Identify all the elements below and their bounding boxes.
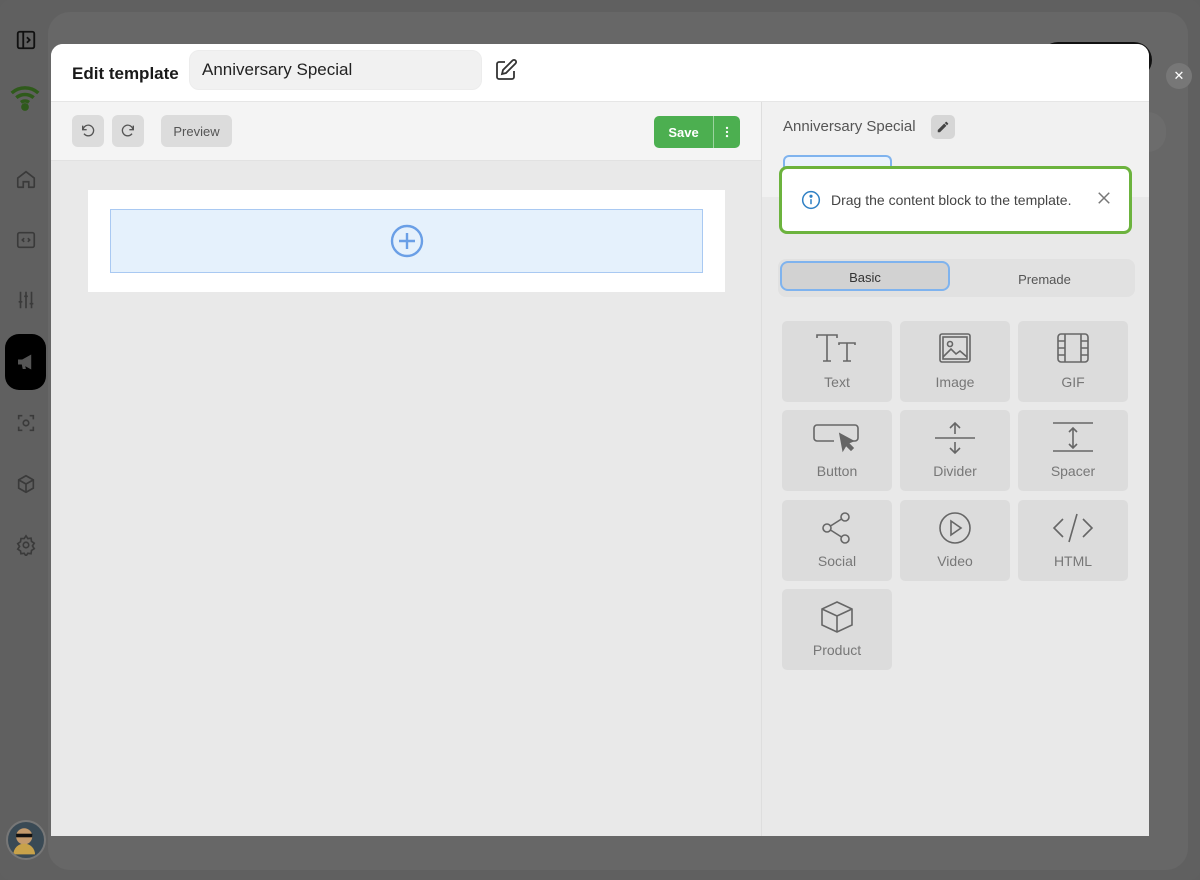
wifi-logo-icon: [8, 80, 42, 114]
undo-icon: [82, 124, 95, 137]
save-options-button[interactable]: [714, 116, 740, 148]
block-button[interactable]: Button: [782, 410, 892, 491]
modal-header: Edit template: [51, 44, 1149, 102]
panel-title: Anniversary Special: [783, 118, 916, 135]
block-label: Button: [816, 463, 858, 479]
gear-icon[interactable]: [13, 532, 39, 558]
block-type-switch: Basic Premade: [778, 259, 1135, 297]
home-icon[interactable]: [13, 166, 39, 192]
info-icon: [801, 190, 821, 210]
redo-icon: [121, 124, 134, 137]
block-label: Divider: [933, 463, 977, 479]
pencil-square-icon: [496, 59, 517, 80]
overlay-close-button[interactable]: ✕: [1166, 63, 1192, 89]
megaphone-icon[interactable]: [13, 349, 39, 375]
text-icon: [816, 334, 856, 362]
tab-basic[interactable]: Basic: [780, 261, 950, 291]
content-blocks-area: Basic Premade Text Image GIF Button Divi…: [762, 197, 1149, 836]
close-icon: [1098, 192, 1110, 204]
left-sidebar: [0, 0, 50, 880]
divider-icon: [935, 421, 975, 455]
tab-premade[interactable]: Premade: [956, 261, 1133, 291]
undo-button[interactable]: [72, 115, 104, 147]
editor-toolbar: Preview Save: [51, 102, 761, 161]
hint-close-button[interactable]: [1093, 187, 1115, 209]
save-button[interactable]: Save: [654, 116, 714, 148]
block-label: Social: [817, 553, 857, 569]
block-divider[interactable]: Divider: [900, 410, 1010, 491]
plus-circle-icon: [390, 224, 423, 258]
save-button-group: Save: [654, 116, 740, 148]
panel-edit-button[interactable]: [931, 115, 955, 139]
code-icon: [1052, 513, 1094, 543]
sidebar-toggle-icon[interactable]: [13, 27, 39, 53]
share-icon: [822, 512, 850, 544]
more-vertical-icon: [725, 126, 729, 138]
template-name-input[interactable]: [189, 50, 482, 90]
spacer-icon: [1053, 422, 1093, 452]
image-icon: [939, 333, 971, 363]
scan-icon[interactable]: [13, 410, 39, 436]
block-social[interactable]: Social: [782, 500, 892, 581]
block-label: HTML: [1053, 553, 1093, 569]
block-label: Spacer: [1050, 463, 1096, 479]
edit-name-button[interactable]: [494, 58, 520, 84]
block-label: GIF: [1061, 374, 1085, 390]
box-icon[interactable]: [13, 471, 39, 497]
redo-button[interactable]: [112, 115, 144, 147]
gif-icon: [1057, 333, 1089, 363]
block-text[interactable]: Text: [782, 321, 892, 402]
modal-title: Edit template: [72, 64, 179, 83]
hint-text: Drag the content block to the template.: [831, 192, 1072, 208]
template-editor: Preview Save: [51, 102, 761, 836]
block-product[interactable]: Product: [782, 589, 892, 670]
block-video[interactable]: Video: [900, 500, 1010, 581]
block-label: Product: [812, 642, 862, 658]
preview-button[interactable]: Preview: [161, 115, 232, 147]
edit-template-modal: Edit template Preview Save: [51, 44, 1149, 836]
block-label: Text: [824, 374, 850, 390]
user-avatar[interactable]: [6, 820, 46, 860]
pencil-icon: [937, 121, 949, 133]
block-gif[interactable]: GIF: [1018, 321, 1128, 402]
content-drop-zone[interactable]: [110, 209, 703, 273]
drag-hint-tooltip: Drag the content block to the template.: [779, 166, 1132, 234]
cube-icon: [821, 601, 853, 633]
button-icon: [813, 424, 859, 453]
block-label: Image: [935, 374, 975, 390]
sliders-icon[interactable]: [13, 287, 39, 313]
code-square-icon[interactable]: [13, 227, 39, 253]
block-label: Video: [937, 553, 973, 569]
play-icon: [939, 512, 971, 544]
block-html[interactable]: HTML: [1018, 500, 1128, 581]
block-image[interactable]: Image: [900, 321, 1010, 402]
template-canvas: [88, 190, 725, 292]
block-spacer[interactable]: Spacer: [1018, 410, 1128, 491]
close-icon: ✕: [1173, 68, 1185, 83]
